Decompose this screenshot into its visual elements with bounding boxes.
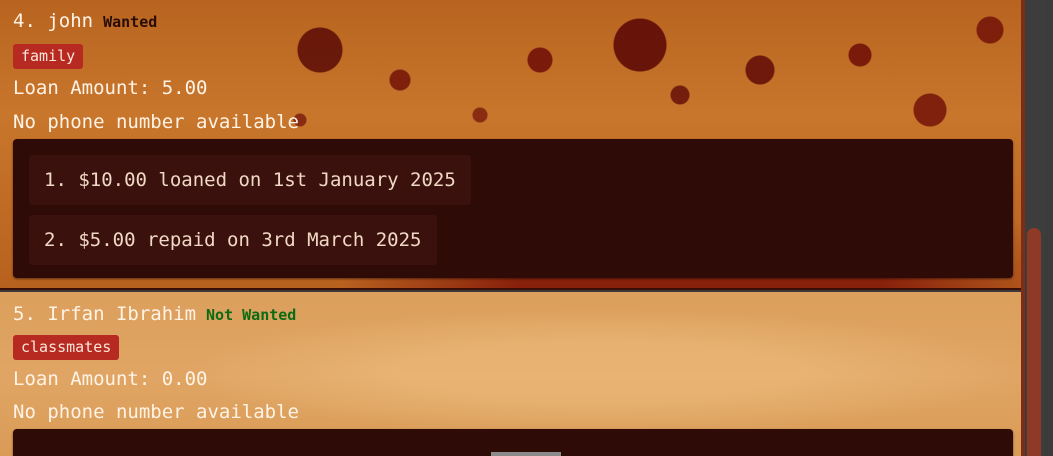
phone-number: No phone number available [13,111,299,133]
loan-history-item: 1. $10.00 loaned on 1st January 2025 [29,155,471,205]
phone-number: No phone number available [13,401,299,423]
person-card[interactable]: 5. Irfan Ibrahim Not Wanted classmates L… [0,292,1021,456]
wanted-status-label: Not Wanted [206,306,297,324]
loan-history-item: 2. $5.00 repaid on 3rd March 2025 [29,215,437,265]
loan-amount: Loan Amount: 0.00 [13,368,208,390]
person-header: 5. Irfan Ibrahim Not Wanted [13,303,296,325]
tag-badge: classmates [13,335,120,360]
person-header: 4. john Wanted [13,10,157,32]
loan-history-panel: 1. $10.00 loaned on 1st January 2025 2. … [13,139,1013,278]
person-list[interactable]: 4. john Wanted family Loan Amount: 5.00 … [0,0,1021,456]
person-card[interactable]: 4. john Wanted family Loan Amount: 5.00 … [0,0,1021,290]
tag-badge: family [13,44,84,69]
horizontal-scroll-handle[interactable] [491,452,561,456]
scrollbar-thumb[interactable] [1027,228,1041,456]
wanted-status-label: Wanted [103,13,158,31]
app-window: 4. john Wanted family Loan Amount: 5.00 … [0,0,1053,456]
person-name: 4. john [13,10,94,32]
person-name: 5. Irfan Ibrahim [13,303,197,325]
loan-amount: Loan Amount: 5.00 [13,77,208,99]
